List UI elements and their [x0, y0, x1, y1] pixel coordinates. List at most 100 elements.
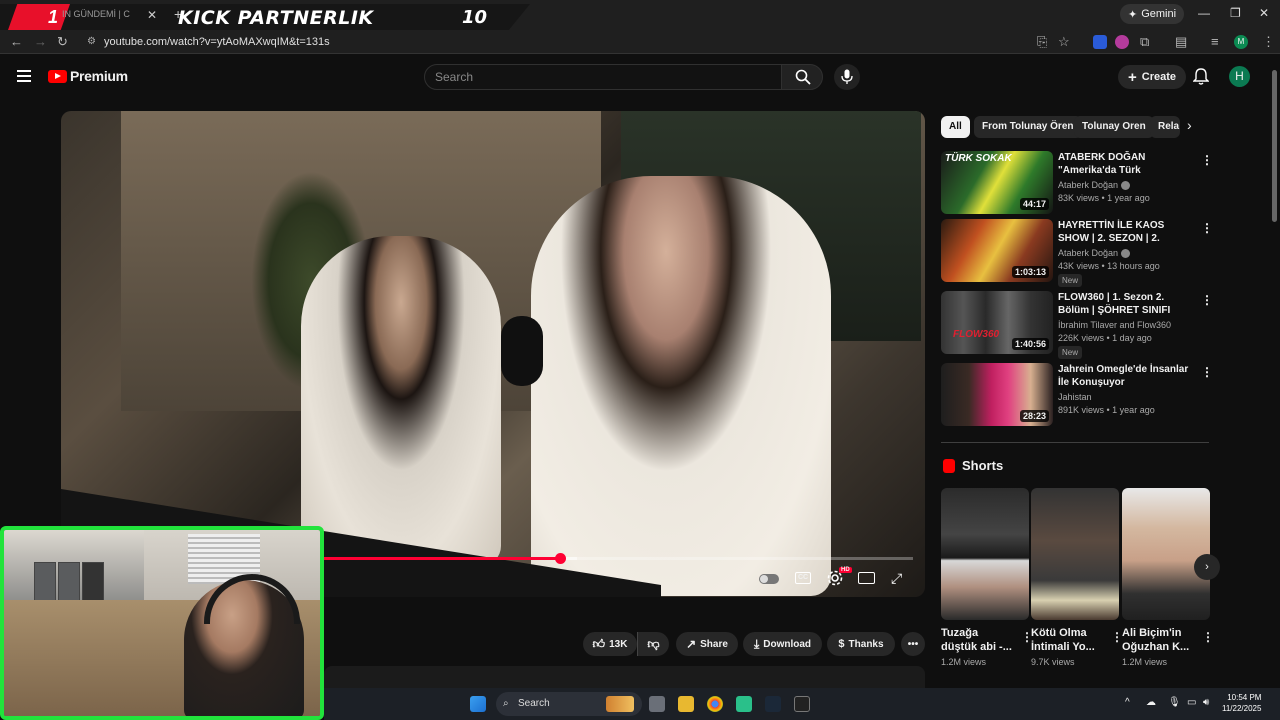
recommended-video[interactable]: TÜRK SOKAK 44:17 ATABERK DOĞAN "Amerika'… — [941, 151, 1213, 215]
reload-icon[interactable]: ↻ — [57, 34, 68, 50]
video-thumbnail[interactable]: 1:03:13 — [941, 219, 1053, 282]
shorts-next-chevron-icon[interactable]: › — [1194, 554, 1220, 580]
short-title[interactable]: Tuzağa düştük abi -... — [941, 626, 1015, 654]
windows-start-icon[interactable] — [470, 696, 486, 712]
file-explorer-icon[interactable] — [678, 696, 694, 712]
cast-icon[interactable]: ⎘ — [1037, 34, 1047, 50]
gemini-label: Gemini — [1141, 8, 1177, 20]
gemini-button[interactable]: ✦ Gemini — [1120, 4, 1185, 24]
more-options-icon[interactable]: ⋮ — [1201, 153, 1213, 167]
description-box[interactable] — [324, 666, 925, 688]
chip-from-channel[interactable]: From Tolunay Ören — [974, 116, 1082, 138]
browser-tab-title[interactable]: IN GÜNDEMİ | C — [62, 9, 130, 19]
search-button[interactable] — [781, 64, 823, 90]
mic-tray-icon[interactable]: 🎙︎ — [1168, 697, 1181, 708]
extension-icon[interactable] — [1093, 35, 1107, 49]
app-icon[interactable] — [736, 696, 752, 712]
more-options-icon[interactable]: ⋮ — [1201, 293, 1213, 307]
reading-list-icon[interactable]: ≡ — [1211, 34, 1219, 49]
page-scrollbar[interactable] — [1272, 70, 1277, 222]
cloud-icon[interactable]: ☁ — [1146, 697, 1156, 708]
chip-related[interactable]: Rela — [1150, 116, 1180, 138]
short-card[interactable]: Kötü Olma İntimali Yo... 9.7K views ⋮ — [1031, 488, 1123, 667]
extension-icon[interactable] — [1115, 35, 1129, 49]
forward-icon[interactable]: → — [34, 34, 47, 49]
thanks-button[interactable]: $ Thanks — [827, 632, 895, 656]
taskbar-clock[interactable]: 10:54 PM 11/22/2025 — [1222, 692, 1261, 714]
search-input[interactable]: Search — [424, 64, 782, 90]
minimize-icon[interactable]: — — [1198, 6, 1210, 20]
taskbar-search-label: Search — [518, 698, 550, 709]
chrome-menu-icon[interactable]: ⋮ — [1262, 34, 1275, 50]
like-button[interactable]: 👍︎ 13K — [583, 632, 637, 656]
share-button[interactable]: ↗ Share — [676, 632, 738, 656]
channel-name[interactable]: Jahistan — [1058, 392, 1092, 402]
bookmark-star-icon[interactable]: ☆ — [1058, 34, 1070, 50]
network-icon[interactable]: ▭ — [1187, 697, 1196, 708]
chip-all[interactable]: All — [941, 116, 970, 138]
recommended-video[interactable]: 28:23 Jahrein Omegle'de İnsanlar İle Kon… — [941, 363, 1213, 427]
dislike-button[interactable]: 👎︎ — [637, 632, 669, 656]
voice-search-button[interactable] — [834, 64, 860, 90]
chips-next-chevron-icon[interactable]: › — [1187, 117, 1192, 133]
recommended-video[interactable]: 1:03:13 HAYRETTİN İLE KAOS SHOW | 2. SEZ… — [941, 219, 1213, 287]
video-title[interactable]: Jahrein Omegle'de İnsanlar İle Konuşuyor — [1058, 363, 1193, 389]
steam-icon[interactable] — [765, 696, 781, 712]
url-field[interactable]: ⚙ youtube.com/watch?v=ytAoMAXwqIM&t=131s — [84, 32, 1084, 52]
notifications-bell-icon[interactable] — [1193, 68, 1209, 86]
hamburger-menu-icon[interactable] — [17, 70, 31, 82]
sidepanel-icon[interactable]: ▤ — [1175, 34, 1187, 50]
verified-check-icon — [1121, 181, 1131, 191]
autoplay-toggle[interactable] — [759, 574, 779, 584]
video-title[interactable]: ATABERK DOĞAN "Amerika'da Türk Mahallesi… — [1058, 151, 1193, 177]
close-window-icon[interactable]: ✕ — [1259, 6, 1269, 20]
more-options-icon[interactable]: ⋮ — [1201, 365, 1213, 379]
create-button[interactable]: + Create — [1118, 65, 1187, 89]
url-text: youtube.com/watch?v=ytAoMAXwqIM&t=131s — [104, 36, 330, 48]
download-button[interactable]: ⤓ Download — [743, 632, 822, 656]
account-avatar[interactable]: H — [1229, 66, 1250, 87]
tab-close-icon[interactable]: ✕ — [147, 8, 157, 22]
short-title[interactable]: Kötü Olma İntimali Yo... — [1031, 626, 1105, 654]
chip-channel[interactable]: Tolunay Oren — [1074, 116, 1154, 138]
duration-badge: 1:40:56 — [1011, 338, 1049, 350]
video-thumbnail[interactable]: 28:23 — [941, 363, 1053, 426]
clock-date: 11/22/2025 — [1222, 704, 1262, 713]
short-thumbnail[interactable] — [1122, 488, 1210, 620]
video-title[interactable]: FLOW360 | 1. Sezon 2. Bölüm | ŞÖHRET SIN… — [1058, 291, 1193, 317]
channel-name: Ataberk Doğan — [1058, 180, 1131, 191]
profile-avatar[interactable]: M — [1234, 35, 1248, 49]
overlay-right-number: 10 — [462, 7, 488, 28]
channel-name: İbrahim Tilaver and Flow360 — [1058, 320, 1172, 330]
tray-chevron-icon[interactable]: ^ — [1125, 697, 1130, 708]
site-info-icon[interactable]: ⚙ — [87, 32, 96, 52]
video-thumbnail[interactable]: TÜRK SOKAK 44:17 — [941, 151, 1053, 214]
task-view-icon[interactable] — [649, 696, 665, 712]
more-options-icon[interactable]: ⋮ — [1201, 221, 1213, 235]
more-options-icon[interactable]: ⋮ — [1202, 630, 1214, 644]
video-thumbnail[interactable]: FLOW360 1:40:56 — [941, 291, 1053, 354]
short-card[interactable]: Tuzağa düştük abi -... 1.2M views ⋮ — [941, 488, 1033, 667]
terminal-icon[interactable] — [794, 696, 810, 712]
short-thumbnail[interactable] — [1031, 488, 1119, 620]
clock-time: 10:54 PM — [1227, 693, 1262, 702]
video-player[interactable]: CC HD ⤢ — [61, 111, 925, 597]
share-label: Share — [700, 638, 728, 650]
short-thumbnail[interactable] — [941, 488, 1029, 620]
theater-mode-icon[interactable] — [858, 572, 875, 584]
duration-badge: 1:03:13 — [1011, 266, 1049, 278]
restore-icon[interactable]: ❐ — [1230, 6, 1241, 20]
captions-cc-icon[interactable]: CC — [795, 572, 811, 584]
short-card[interactable]: Ali Biçim'in Oğuzhan K... 1.2M views ⋮ — [1122, 488, 1214, 667]
video-title[interactable]: HAYRETTİN İLE KAOS SHOW | 2. SEZON | 2. … — [1058, 219, 1193, 245]
chrome-icon[interactable] — [707, 696, 723, 712]
webcam-cabinet — [58, 562, 80, 604]
short-title[interactable]: Ali Biçim'in Oğuzhan K... — [1122, 626, 1196, 654]
back-icon[interactable]: ← — [10, 34, 23, 49]
volume-icon[interactable]: 🔊︎ — [1203, 697, 1209, 708]
recommended-video[interactable]: FLOW360 1:40:56 FLOW360 | 1. Sezon 2. Bö… — [941, 291, 1213, 359]
extensions-puzzle-icon[interactable]: ⧉ — [1140, 34, 1149, 50]
more-actions-button[interactable]: ••• — [901, 632, 925, 656]
fullscreen-icon[interactable]: ⤢ — [891, 570, 902, 587]
youtube-logo[interactable]: Premium — [48, 68, 128, 84]
